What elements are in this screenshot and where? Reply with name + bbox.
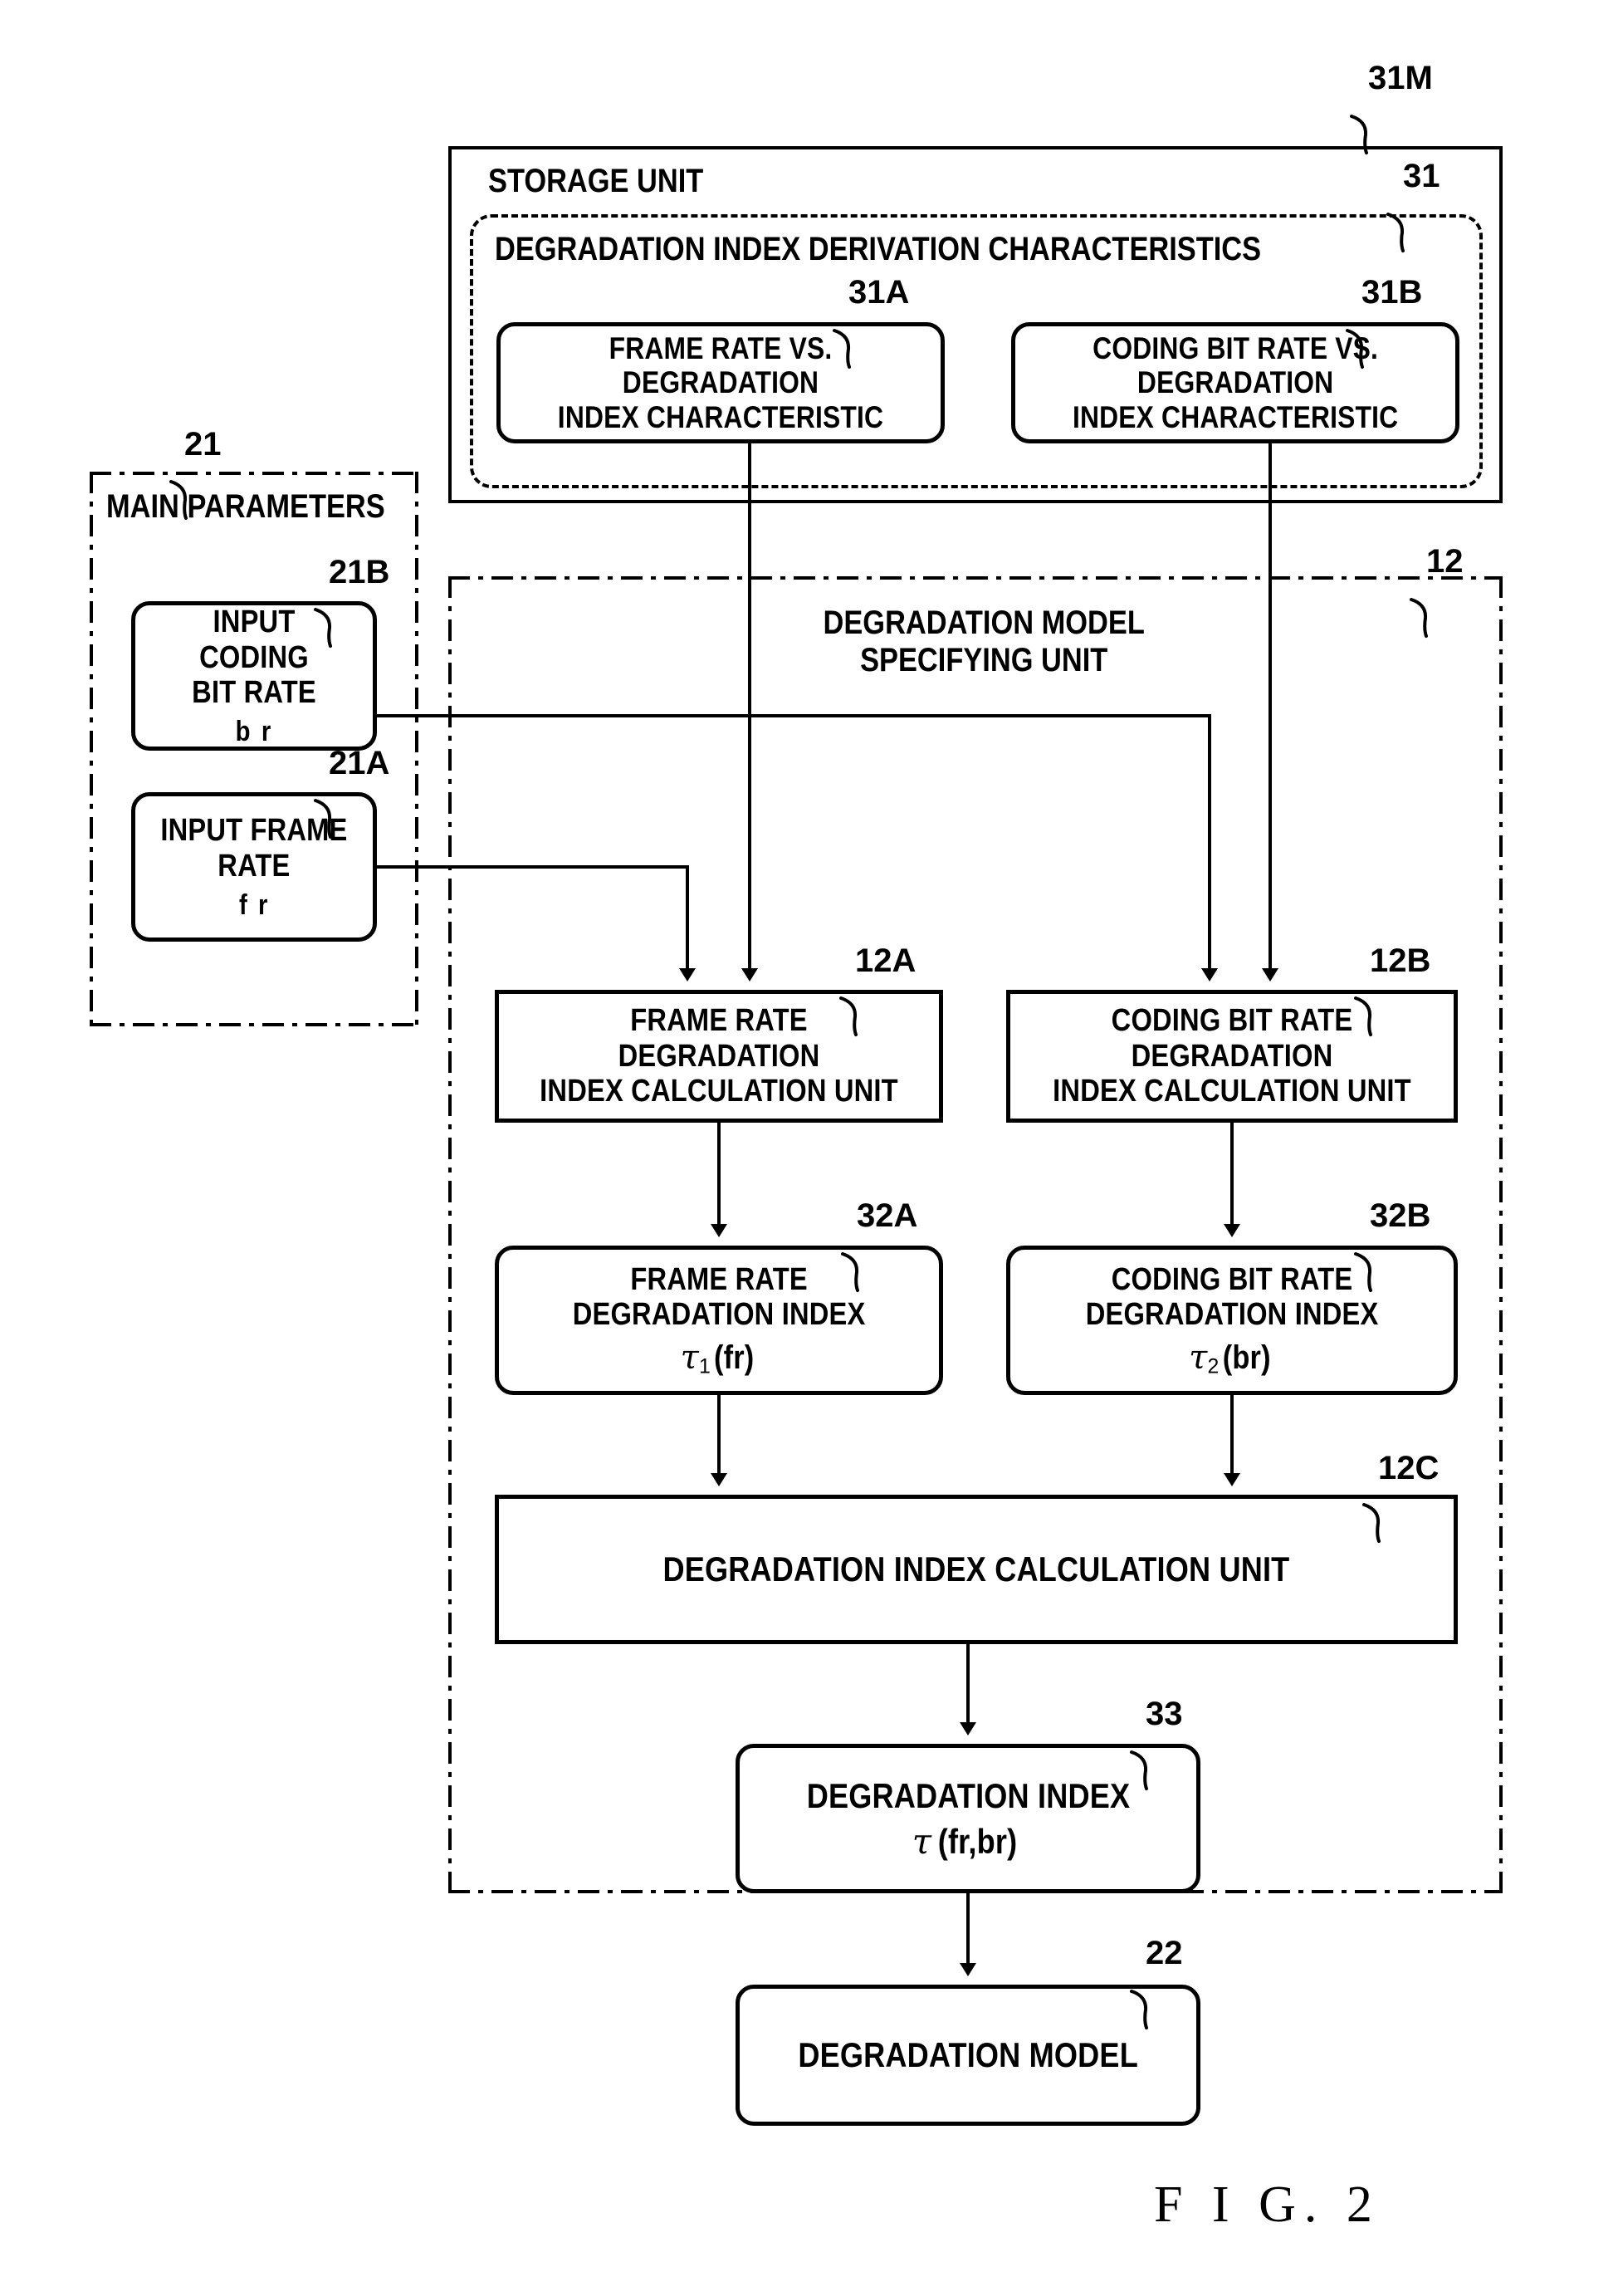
ref-32A: 32A: [857, 1197, 918, 1234]
tau-glyph: τ: [680, 1338, 699, 1377]
frame-rate-degradation-index-calculation-unit-box[interactable]: FRAME RATE DEGRADATION INDEX CALCULATION…: [495, 990, 943, 1123]
box-32A-symbol: τ1(fr): [672, 1339, 766, 1378]
ref-31M: 31M: [1368, 60, 1433, 96]
coding-bit-rate-degradation-index-box[interactable]: CODING BIT RATE DEGRADATION INDEX τ2 (br): [1006, 1246, 1458, 1395]
tau-glyph: τ: [912, 1821, 932, 1862]
box-22-label: DEGRADATION MODEL: [798, 2035, 1138, 2075]
box-21A-label: INPUT FRAME RATE: [160, 813, 348, 884]
frame-rate-vs-degradation-index-characteristic-box[interactable]: FRAME RATE VS. DEGRADATION INDEX CHARACT…: [496, 322, 945, 443]
ref-21A: 21A: [329, 745, 390, 781]
input-frame-rate-box[interactable]: INPUT FRAME RATE f r: [131, 792, 377, 942]
input-coding-bit-rate-box[interactable]: INPUT CODING BIT RATE b r: [131, 601, 377, 751]
ref-21B: 21B: [329, 554, 390, 590]
ref-12: 12: [1426, 543, 1464, 580]
ref-12B: 12B: [1370, 942, 1431, 979]
degradation-model-specifying-unit-title: DEGRADATION MODEL SPECIFYING UNIT: [823, 605, 1145, 678]
box-21B-label: INPUT CODING BIT RATE: [192, 605, 316, 711]
figure-canvas: STORAGE UNIT 31M DEGRADATION INDEX DERIV…: [0, 0, 1618, 2296]
box-33-symbol: τ (fr,br): [904, 1822, 1033, 1861]
box-31B-label: CODING BIT RATE VS. DEGRADATION INDEX CH…: [1072, 330, 1399, 434]
tau-argument: (fr): [713, 1339, 755, 1376]
box-12A-label: FRAME RATE DEGRADATION INDEX CALCULATION…: [540, 1003, 898, 1109]
box-31A-label: FRAME RATE VS. DEGRADATION INDEX CHARACT…: [557, 330, 884, 434]
main-parameters-title: MAIN PARAMETERS: [106, 488, 385, 525]
box-21A-symbol: f r: [238, 889, 270, 921]
box-12B-label: CODING BIT RATE DEGRADATION INDEX CALCUL…: [1053, 1003, 1411, 1109]
ref-12C: 12C: [1378, 1450, 1440, 1486]
storage-unit-title: STORAGE UNIT: [488, 163, 704, 199]
ref-33: 33: [1146, 1696, 1183, 1732]
tau-subscript: 1: [699, 1355, 711, 1378]
tau-argument: (br): [1223, 1339, 1272, 1376]
tau-glyph: τ: [1189, 1338, 1208, 1377]
frame-rate-degradation-index-box[interactable]: FRAME RATE DEGRADATION INDEX τ1(fr): [495, 1246, 943, 1395]
box-32A-label: FRAME RATE DEGRADATION INDEX: [572, 1261, 866, 1333]
degradation-index-box[interactable]: DEGRADATION INDEX τ (fr,br): [736, 1744, 1200, 1893]
box-32B-label: CODING BIT RATE DEGRADATION INDEX: [1085, 1261, 1379, 1333]
tau-subscript: 2: [1207, 1355, 1220, 1378]
degradation-characteristics-title: DEGRADATION INDEX DERIVATION CHARACTERIS…: [495, 231, 1262, 267]
ref-31A: 31A: [848, 274, 910, 311]
coding-bit-rate-vs-degradation-index-characteristic-box[interactable]: CODING BIT RATE VS. DEGRADATION INDEX CH…: [1011, 322, 1459, 443]
ref-31: 31: [1403, 158, 1440, 194]
box-12C-label: DEGRADATION INDEX CALCULATION UNIT: [662, 1549, 1290, 1589]
tau-argument: (fr,br): [937, 1822, 1018, 1861]
box-33-label: DEGRADATION INDEX: [806, 1775, 1130, 1815]
coding-bit-rate-degradation-index-calculation-unit-box[interactable]: CODING BIT RATE DEGRADATION INDEX CALCUL…: [1006, 990, 1458, 1123]
box-21B-symbol: b r: [235, 715, 273, 747]
degradation-model-specifying-unit-frame: [448, 576, 1503, 1893]
figure-caption: F I G. 2: [1154, 2176, 1381, 2233]
ref-21: 21: [184, 426, 222, 463]
ref-32B: 32B: [1370, 1197, 1431, 1234]
box-32B-symbol: τ2 (br): [1181, 1339, 1283, 1378]
ref-12A: 12A: [855, 942, 917, 979]
degradation-index-calculation-unit-box[interactable]: DEGRADATION INDEX CALCULATION UNIT: [495, 1495, 1458, 1644]
ref-22: 22: [1146, 1935, 1183, 1971]
ref-31B: 31B: [1361, 274, 1423, 311]
degradation-model-box[interactable]: DEGRADATION MODEL: [736, 1985, 1200, 2126]
